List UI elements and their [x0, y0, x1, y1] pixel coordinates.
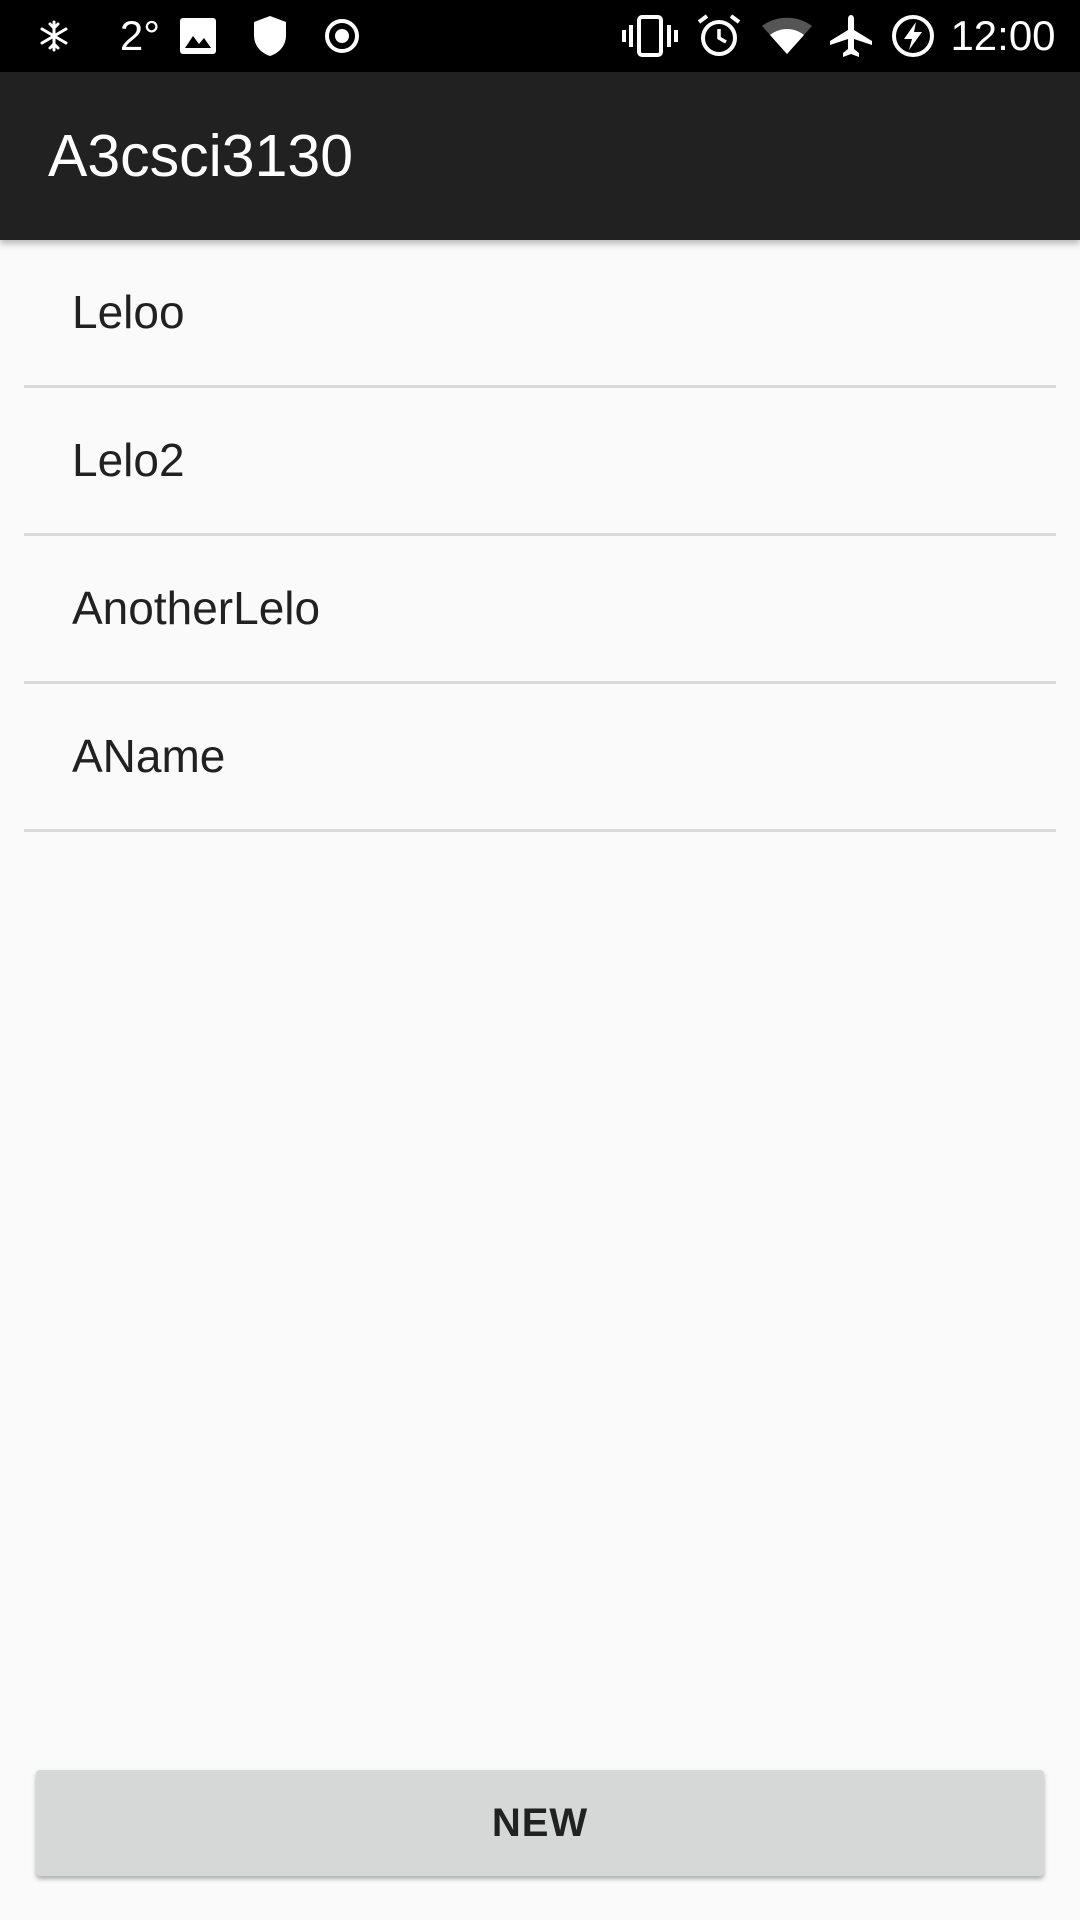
list-item[interactable]: Leloo — [24, 240, 1056, 388]
app-title: A3csci3130 — [48, 123, 354, 189]
snowflake-icon — [34, 0, 74, 72]
list-item[interactable]: AName — [24, 684, 1056, 832]
status-bar: 2° 12:00 — [0, 0, 1080, 72]
list-item[interactable]: Lelo2 — [24, 388, 1056, 536]
airplane-icon — [826, 0, 876, 72]
app-bar: A3csci3130 — [0, 72, 1080, 240]
wifi-icon — [760, 0, 814, 72]
list-item-label: Lelo2 — [72, 434, 185, 486]
battery-charging-icon — [888, 0, 938, 72]
list-item[interactable]: AnotherLelo — [24, 536, 1056, 684]
vibrate-icon — [620, 0, 680, 72]
list-item-label: AnotherLelo — [72, 582, 321, 634]
list-item-label: Leloo — [72, 286, 185, 338]
alarm-icon — [694, 0, 744, 72]
new-button[interactable]: NEW — [36, 1770, 1044, 1876]
temperature-text: 2° — [119, 12, 161, 59]
radio-button-icon — [320, 0, 364, 72]
shield-icon — [248, 0, 292, 72]
clock-text: 12:00 — [950, 12, 1056, 59]
image-icon — [176, 0, 220, 72]
item-list: Leloo Lelo2 AnotherLelo AName — [24, 240, 1056, 832]
list-item-label: AName — [72, 730, 226, 782]
